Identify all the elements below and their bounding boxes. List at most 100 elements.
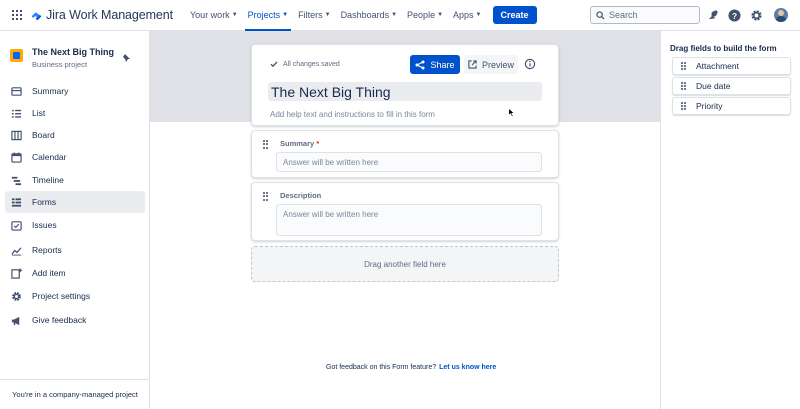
sidebar-item-reports[interactable]: Reports <box>5 239 145 261</box>
search-icon <box>596 10 605 20</box>
chevron-down-icon: ▼ <box>475 12 482 18</box>
field-dropzone[interactable]: Drag another field here <box>251 246 559 282</box>
nav-projects[interactable]: Projects ▼ <box>243 0 293 31</box>
sidebar-item-label: List <box>32 108 46 118</box>
sidebar-item-board[interactable]: Board <box>5 124 145 146</box>
preview-label: Preview <box>481 59 514 70</box>
drag-handle-icon[interactable] <box>263 192 268 201</box>
megaphone-icon <box>11 316 20 325</box>
form-field-summary[interactable]: Summary * Answer will be written here <box>251 130 559 178</box>
chevron-down-icon: ▼ <box>282 12 289 18</box>
field-palette: Drag fields to build the form Attachment… <box>660 31 800 409</box>
preview-button[interactable]: Preview <box>464 55 518 74</box>
sidebar-item-calendar[interactable]: Calendar <box>5 146 145 168</box>
drag-handle-icon <box>681 101 686 111</box>
search-input[interactable]: Search <box>590 6 700 24</box>
project-pin-button[interactable] <box>118 49 136 67</box>
sidebar-item-label: Give feedback <box>32 315 87 325</box>
help-icon[interactable]: ? <box>728 9 741 22</box>
notifications-icon[interactable] <box>706 9 719 22</box>
sidebar-item-timeline[interactable]: Timeline <box>5 169 145 191</box>
form-feedback: Got feedback on this Form feature? Let us… <box>326 364 496 371</box>
save-status-text: All changes saved <box>283 60 340 68</box>
sidebar-item-label: Project settings <box>32 291 91 301</box>
add-item-icon <box>11 267 22 279</box>
jira-logo[interactable]: Jira Work Management <box>30 8 173 22</box>
sidebar-item-label: Summary <box>32 86 69 96</box>
project-avatar-icon <box>10 49 23 62</box>
sidebar-item-label: Calendar <box>32 152 67 162</box>
share-label: Share <box>430 59 455 70</box>
sidebar-item-label: Forms <box>32 197 57 207</box>
description-answer-input[interactable]: Answer will be written here <box>276 204 542 236</box>
share-button[interactable]: Share <box>410 55 460 74</box>
external-link-icon <box>468 60 477 69</box>
sidebar-item-project-settings[interactable]: Project settings <box>5 285 145 307</box>
nav-people[interactable]: People ▼ <box>402 0 448 31</box>
nav-filters[interactable]: Filters ▼ <box>293 0 335 31</box>
field-label: Description <box>280 191 322 200</box>
save-status: All changes saved <box>270 60 340 68</box>
chevron-down-icon: ▼ <box>231 12 238 18</box>
form-field-description[interactable]: Description Answer will be written here <box>251 182 559 241</box>
drag-handle-icon[interactable] <box>263 140 268 149</box>
nav-dashboards[interactable]: Dashboards ▼ <box>336 0 402 31</box>
share-icon <box>415 60 425 69</box>
nav-label: Dashboards <box>340 10 390 20</box>
palette-field-priority[interactable]: Priority <box>672 97 791 115</box>
jira-logo-icon <box>31 11 42 20</box>
top-navigation: Jira Work Management Your work ▼ Projects… <box>0 0 800 31</box>
palette-field-label: Attachment <box>696 61 739 71</box>
sidebar-item-add-item[interactable]: Add item <box>5 262 145 284</box>
check-icon <box>270 61 278 68</box>
sidebar-item-summary[interactable]: Summary <box>5 80 145 102</box>
sidebar-item-label: Issues <box>32 220 57 230</box>
summary-answer-input[interactable]: Answer will be written here <box>276 152 542 172</box>
calendar-icon <box>11 151 22 163</box>
search-placeholder: Search <box>609 10 638 20</box>
nav-your-work[interactable]: Your work ▼ <box>185 0 243 31</box>
nav-apps[interactable]: Apps ▼ <box>448 0 486 31</box>
settings-icon[interactable] <box>750 9 763 22</box>
sidebar-item-list[interactable]: List <box>5 102 145 124</box>
feedback-link[interactable]: Let us know here <box>439 364 496 371</box>
board-icon <box>11 130 22 140</box>
palette-field-label: Due date <box>696 81 731 91</box>
sidebar-item-issues[interactable]: Issues <box>5 214 145 236</box>
timeline-icon <box>11 176 22 185</box>
nav-label: Projects <box>247 10 281 20</box>
sidebar-footer: You're in a company-managed project <box>0 379 150 409</box>
form-help-text-input[interactable]: Add help text and instructions to fill i… <box>270 110 435 119</box>
chevron-down-icon: ▼ <box>324 12 331 18</box>
chevron-down-icon: ▼ <box>391 12 398 18</box>
drag-handle-icon <box>681 81 686 91</box>
sidebar-item-label: Reports <box>32 245 62 255</box>
field-label: Summary * <box>280 139 319 148</box>
palette-field-label: Priority <box>696 101 723 111</box>
project-header: The Next Big Thing Business project <box>10 47 114 69</box>
feedback-text: Got feedback on this Form feature? <box>326 364 437 371</box>
palette-field-attachment[interactable]: Attachment <box>672 57 791 75</box>
sidebar: The Next Big Thing Business project Summ… <box>0 31 150 409</box>
avatar[interactable] <box>774 8 788 22</box>
nav-label: Filters <box>298 10 323 20</box>
project-name: The Next Big Thing <box>32 47 114 57</box>
nav-label: People <box>407 10 436 20</box>
sidebar-item-forms[interactable]: Forms <box>5 191 145 213</box>
forms-icon <box>11 197 22 207</box>
create-button[interactable]: Create <box>492 6 537 24</box>
project-type: Business project <box>32 60 88 69</box>
svg-text:?: ? <box>732 11 737 21</box>
issues-icon <box>11 220 22 231</box>
palette-field-due-date[interactable]: Due date <box>672 77 791 95</box>
info-icon[interactable] <box>524 58 536 70</box>
sidebar-item-give-feedback[interactable]: Give feedback <box>5 309 145 331</box>
summary-icon <box>11 86 22 96</box>
gear-icon <box>12 291 21 301</box>
field-label-text: Summary <box>280 139 315 148</box>
sidebar-item-label: Board <box>32 130 55 140</box>
app-switcher-icon[interactable] <box>12 10 22 20</box>
chevron-down-icon: ▼ <box>437 12 444 18</box>
form-title-input[interactable]: The Next Big Thing <box>268 82 542 101</box>
required-marker: * <box>316 139 320 148</box>
